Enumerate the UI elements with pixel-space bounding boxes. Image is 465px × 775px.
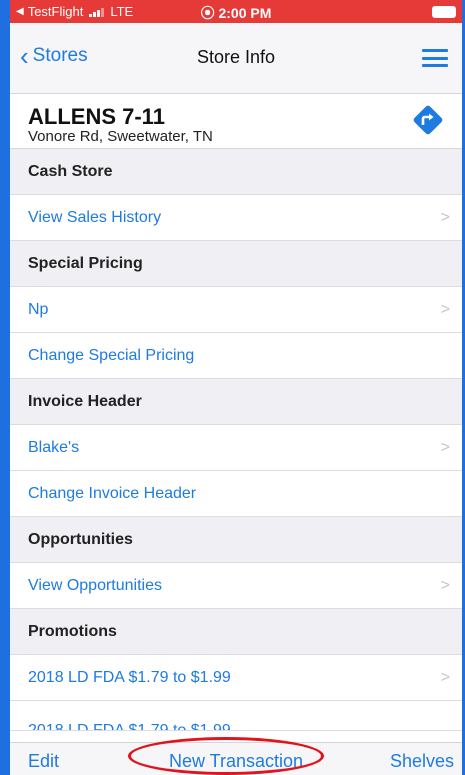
- list-item-promotion-partial[interactable]: 2018 LD FDA $1.79 to $1.99: [10, 701, 462, 731]
- directions-icon[interactable]: [412, 104, 444, 136]
- item-label: Change Invoice Header: [28, 484, 197, 502]
- item-label: Blake's: [28, 438, 80, 456]
- section-header-opportunities: Opportunities: [10, 517, 462, 563]
- section-label: Invoice Header: [28, 392, 142, 410]
- section-label: Opportunities: [28, 530, 133, 548]
- section-header-invoice-header: Invoice Header: [10, 379, 462, 425]
- chevron-right-icon: >: [440, 209, 450, 226]
- chevron-right-icon: >: [440, 577, 450, 594]
- phone-screen: ◀ TestFlight LTE ⦿ 2:00 PM ‹ Stores Stor…: [0, 0, 465, 775]
- list-item-change-special-pricing[interactable]: Change Special Pricing: [10, 333, 462, 379]
- store-header: ALLENS 7-11 Vonore Rd, Sweetwater, TN: [10, 94, 462, 149]
- hamburger-menu-icon[interactable]: [422, 49, 448, 67]
- alarm-icon: ⦿: [200, 5, 215, 21]
- section-label: Cash Store: [28, 162, 113, 180]
- list-item-view-opportunities[interactable]: View Opportunities >: [10, 563, 462, 609]
- section-header-promotions: Promotions: [10, 609, 462, 655]
- time-label: 2:00 PM: [218, 5, 272, 21]
- item-label: View Sales History: [28, 208, 162, 226]
- store-info-list: Cash Store View Sales History > Special …: [10, 149, 462, 731]
- item-label: Change Special Pricing: [28, 346, 195, 364]
- chevron-right-icon: >: [440, 669, 450, 686]
- list-item-promotion[interactable]: 2018 LD FDA $1.79 to $1.99 >: [10, 655, 462, 701]
- frame-border-left: [0, 0, 10, 775]
- section-header-special-pricing: Special Pricing: [10, 241, 462, 287]
- chevron-right-icon: >: [440, 439, 450, 456]
- section-label: Promotions: [28, 622, 117, 640]
- item-label: View Opportunities: [28, 576, 162, 594]
- list-item-invoice-header-value[interactable]: Blake's >: [10, 425, 462, 471]
- item-label: Np: [28, 300, 49, 318]
- item-label: 2018 LD FDA $1.79 to $1.99: [28, 722, 231, 731]
- status-bar: ◀ TestFlight LTE ⦿ 2:00 PM: [10, 0, 462, 23]
- item-label: 2018 LD FDA $1.79 to $1.99: [28, 668, 231, 686]
- store-address: Vonore Rd, Sweetwater, TN: [28, 128, 213, 145]
- shelves-button[interactable]: Shelves: [390, 751, 454, 772]
- store-name: ALLENS 7-11: [28, 104, 165, 129]
- navigation-bar: ‹ Stores Store Info: [10, 23, 462, 94]
- list-item-special-pricing-value[interactable]: Np >: [10, 287, 462, 333]
- list-item-view-sales-history[interactable]: View Sales History >: [10, 195, 462, 241]
- list-item-change-invoice-header[interactable]: Change Invoice Header: [10, 471, 462, 517]
- section-header-cash-store: Cash Store: [10, 149, 462, 195]
- status-time: ⦿ 2:00 PM: [10, 3, 462, 23]
- section-label: Special Pricing: [28, 254, 143, 272]
- annotation-highlight-circle: [128, 737, 324, 775]
- battery-icon: [432, 6, 456, 18]
- chevron-right-icon: >: [440, 301, 450, 318]
- page-title: Store Info: [196, 47, 276, 67]
